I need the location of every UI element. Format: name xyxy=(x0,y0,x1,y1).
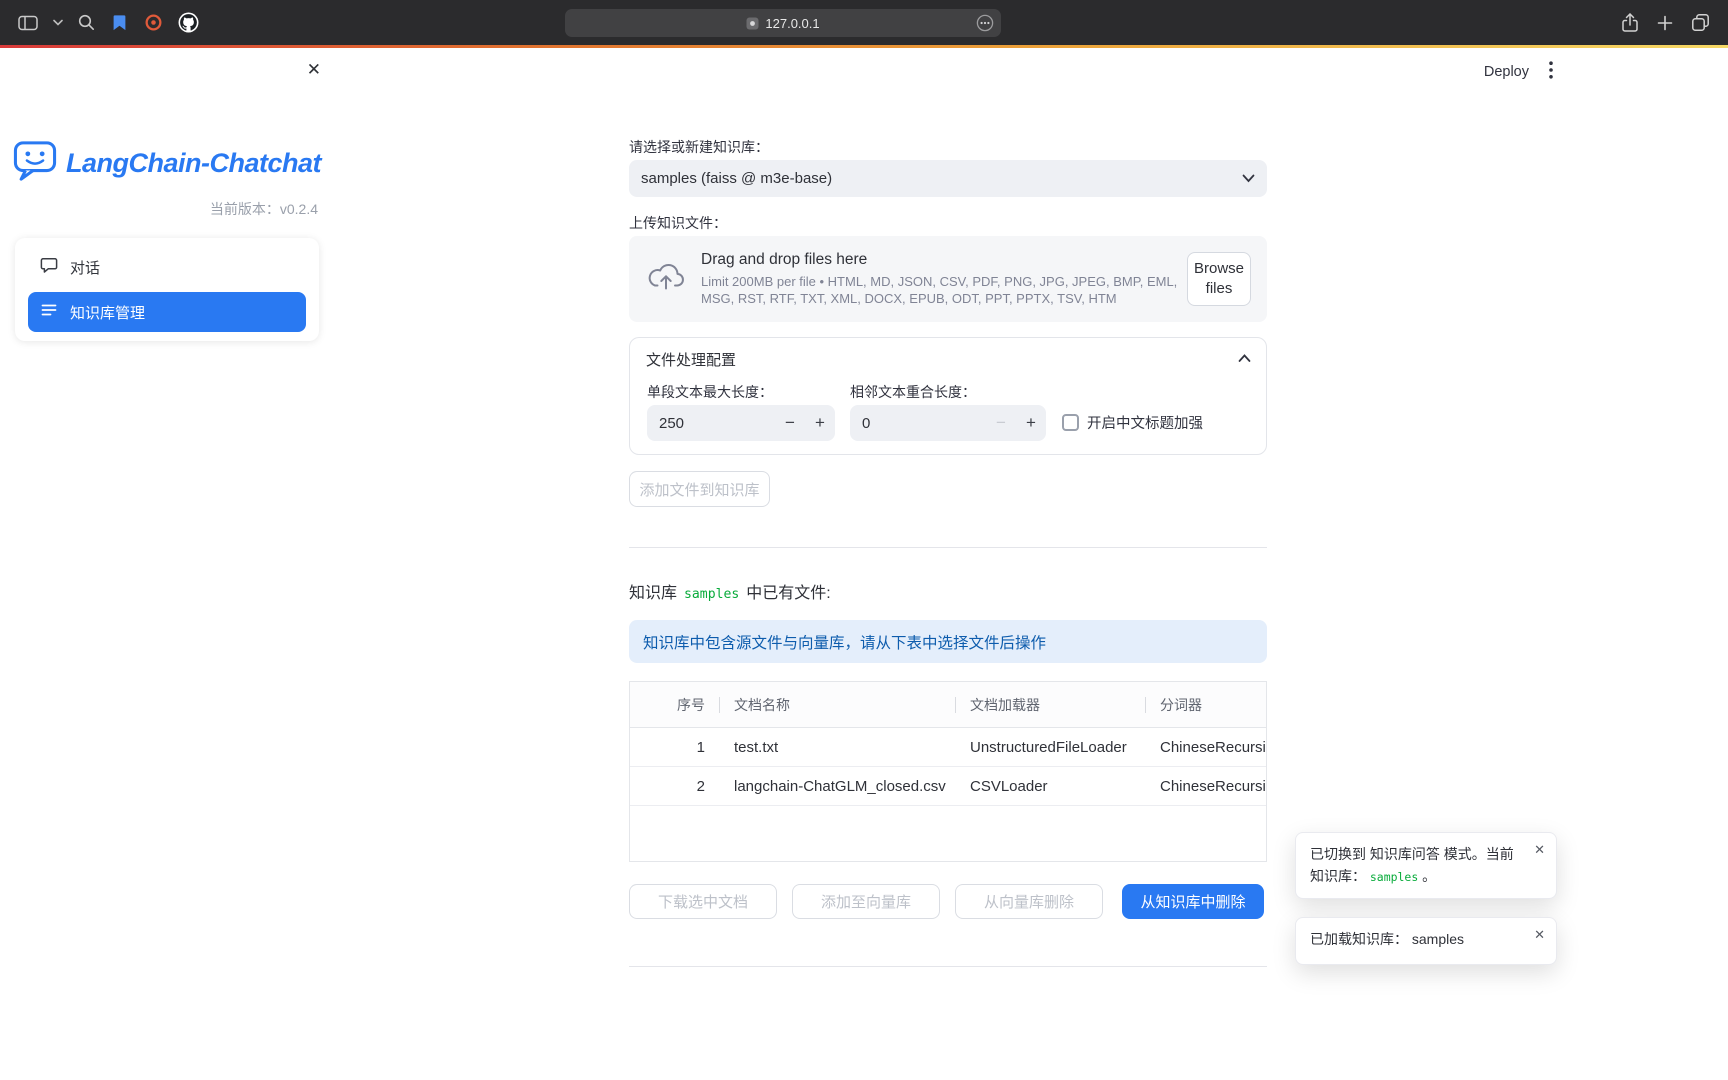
header-index[interactable]: 序号 xyxy=(630,682,719,727)
max-length-stepper: 250 − + xyxy=(647,405,835,441)
table-actions: 下载选中文档 添加至向量库 从向量库删除 从知识库中删除 xyxy=(629,884,1267,919)
cell-splitter: ChineseRecursiveTextSplitter xyxy=(1145,767,1266,805)
toast-mode-switched: 已切换到 知识库问答 模式。当前知识库： samples 。 ✕ xyxy=(1295,832,1557,899)
delete-from-vector-store-button[interactable]: 从向量库删除 xyxy=(955,884,1103,919)
page-settings-icon[interactable] xyxy=(976,14,994,32)
toast-kb-loaded: 已加载知识库： samples ✕ xyxy=(1295,917,1557,965)
chevron-down-icon xyxy=(1242,170,1255,187)
expander-title: 文件处理配置 xyxy=(646,349,1238,370)
toast-text: 已加载知识库： samples xyxy=(1310,931,1464,947)
cell-splitter: ChineseRecursiveTextSplitter xyxy=(1145,728,1266,766)
checkbox-box[interactable] xyxy=(1062,414,1079,431)
plus-button[interactable]: + xyxy=(805,413,835,433)
cell-index: 2 xyxy=(630,767,719,805)
minus-button[interactable]: − xyxy=(986,413,1016,433)
toast-kb-code: samples xyxy=(1370,870,1418,884)
sidebar-toggle-icon[interactable] xyxy=(18,15,38,31)
cell-doc-name: langchain-ChatGLM_closed.csv xyxy=(719,767,955,805)
logo-chat-icon xyxy=(13,140,57,187)
file-config-expander: 文件处理配置 单段文本最大长度： 250 − + 相邻文本重合长度： 0 − + xyxy=(629,337,1267,455)
chevron-up-icon xyxy=(1238,350,1251,368)
add-files-to-kb-button[interactable]: 添加文件到知识库 xyxy=(629,471,770,507)
max-length-value[interactable]: 250 xyxy=(647,415,775,432)
dropzone-texts: Drag and drop files here Limit 200MB per… xyxy=(701,251,1187,307)
heading-suffix: 中已有文件: xyxy=(746,579,830,603)
existing-files-heading: 知识库 samples 中已有文件: xyxy=(629,579,831,603)
deploy-button[interactable]: Deploy xyxy=(1484,64,1529,80)
kebab-menu-icon[interactable] xyxy=(1547,59,1555,84)
overlap-value[interactable]: 0 xyxy=(850,415,986,432)
file-dropzone[interactable]: Drag and drop files here Limit 200MB per… xyxy=(629,236,1267,322)
upload-cloud-icon xyxy=(647,261,685,298)
browse-files-button[interactable]: Browse files xyxy=(1187,252,1251,307)
table-row[interactable]: 2 langchain-ChatGLM_closed.csv CSVLoader… xyxy=(630,767,1266,806)
sidebar-item-label: 知识库管理 xyxy=(70,302,145,323)
share-icon[interactable] xyxy=(1621,12,1639,33)
header-loader[interactable]: 文档加载器 xyxy=(955,682,1145,727)
expander-header[interactable]: 文件处理配置 xyxy=(630,338,1266,380)
header-splitter[interactable]: 分词器 xyxy=(1145,682,1266,727)
chat-bubble-icon xyxy=(40,256,58,278)
kb-selected-value: samples (faiss @ m3e-base) xyxy=(641,170,1242,187)
kb-select-label: 请选择或新建知识库： xyxy=(629,137,769,157)
sidebar: ✕ LangChain-Chatchat 当前版本：v0.2.4 xyxy=(0,48,334,1080)
cell-loader: CSVLoader xyxy=(955,767,1145,805)
download-selected-button[interactable]: 下载选中文档 xyxy=(629,884,777,919)
heading-prefix: 知识库 xyxy=(629,579,677,603)
header-doc-name[interactable]: 文档名称 xyxy=(719,682,955,727)
table-row[interactable]: 1 test.txt UnstructuredFileLoader Chines… xyxy=(630,728,1266,767)
add-to-vector-store-button[interactable]: 添加至向量库 xyxy=(792,884,940,919)
zh-title-checkbox[interactable]: 开启中文标题加强 xyxy=(1062,412,1203,433)
search-icon[interactable] xyxy=(78,14,95,31)
blue-bookmark-icon[interactable] xyxy=(110,13,129,32)
close-icon[interactable]: ✕ xyxy=(1534,842,1545,858)
upload-label: 上传知识文件： xyxy=(629,213,727,233)
tab-overview-icon[interactable] xyxy=(1691,13,1710,32)
screen: 127.0.0.1 ✕ xyxy=(0,0,1728,1080)
info-banner: 知识库中包含源文件与向量库，请从下表中选择文件后操作 xyxy=(629,620,1267,663)
files-table: 序号 文档名称 文档加载器 分词器 1 test.txt Unstructure… xyxy=(629,681,1267,862)
app-logo: LangChain-Chatchat xyxy=(0,140,334,187)
sidebar-item-kb-management[interactable]: 知识库管理 xyxy=(28,292,306,332)
sidebar-item-dialogue[interactable]: 对话 xyxy=(28,247,306,287)
table-empty-area xyxy=(630,806,1266,861)
new-tab-icon[interactable] xyxy=(1657,15,1673,31)
delete-from-kb-button[interactable]: 从知识库中删除 xyxy=(1122,884,1264,919)
browser-chrome: 127.0.0.1 xyxy=(0,0,1728,45)
logo-text: LangChain-Chatchat xyxy=(66,148,321,179)
chevron-down-icon[interactable] xyxy=(53,19,63,26)
dropzone-title: Drag and drop files here xyxy=(701,251,1187,269)
kb-list-icon xyxy=(40,301,58,323)
checkbox-label: 开启中文标题加强 xyxy=(1087,412,1203,433)
site-favicon xyxy=(746,17,759,30)
plus-button[interactable]: + xyxy=(1016,413,1046,433)
divider xyxy=(629,966,1267,967)
dropzone-limit: Limit 200MB per file • HTML, MD, JSON, C… xyxy=(701,274,1183,307)
sidebar-menu: 对话 知识库管理 xyxy=(15,238,319,341)
kb-selectbox[interactable]: samples (faiss @ m3e-base) xyxy=(629,160,1267,197)
address-bar[interactable]: 127.0.0.1 xyxy=(565,9,1001,37)
divider xyxy=(629,547,1267,548)
app-body: ✕ LangChain-Chatchat 当前版本：v0.2.4 xyxy=(0,48,1728,1080)
cell-doc-name: test.txt xyxy=(719,728,955,766)
sidebar-close-icon[interactable]: ✕ xyxy=(307,60,321,80)
url-text: 127.0.0.1 xyxy=(765,16,819,31)
minus-button[interactable]: − xyxy=(775,413,805,433)
toolbar: Deploy xyxy=(1484,59,1555,84)
sidebar-item-label: 对话 xyxy=(70,257,100,278)
github-icon[interactable] xyxy=(178,12,199,33)
orange-circle-icon[interactable] xyxy=(144,13,163,32)
close-icon[interactable]: ✕ xyxy=(1534,927,1545,943)
version-label: 当前版本：v0.2.4 xyxy=(210,199,318,219)
max-length-label: 单段文本最大长度： xyxy=(647,382,773,402)
cell-loader: UnstructuredFileLoader xyxy=(955,728,1145,766)
cell-index: 1 xyxy=(630,728,719,766)
table-header-row: 序号 文档名称 文档加载器 分词器 xyxy=(630,682,1266,728)
overlap-label: 相邻文本重合长度： xyxy=(850,382,976,402)
overlap-stepper: 0 − + xyxy=(850,405,1046,441)
kb-name-code: samples xyxy=(684,587,739,602)
toast-text: 。 xyxy=(1422,868,1436,884)
